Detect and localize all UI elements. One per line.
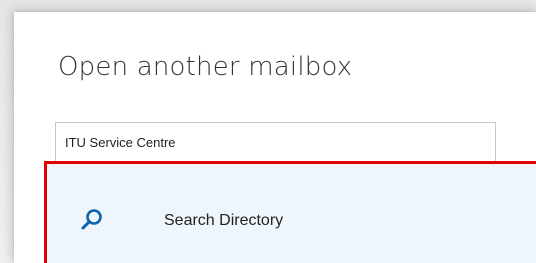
screen: Open another mailbox Search Directory (0, 0, 536, 263)
search-directory-label: Search Directory (164, 212, 284, 229)
suggestions-dropdown: Search Directory (44, 161, 536, 263)
search-icon (79, 207, 105, 233)
mailbox-search-input[interactable] (55, 122, 496, 162)
dialog-title: Open another mailbox (58, 52, 353, 82)
search-directory-option[interactable]: Search Directory (47, 164, 536, 263)
open-mailbox-dialog: Open another mailbox Search Directory (14, 12, 536, 263)
